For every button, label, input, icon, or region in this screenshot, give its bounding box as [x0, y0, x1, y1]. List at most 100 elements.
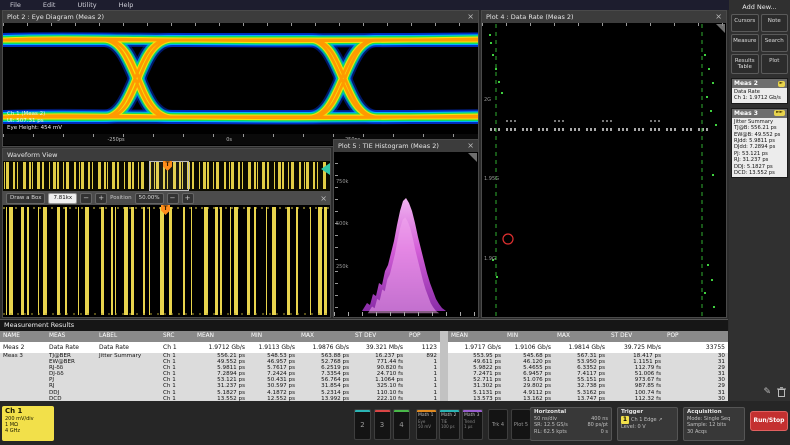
sidebar-button-plot[interactable]: Plot [761, 54, 789, 74]
trend-plot[interactable] [482, 24, 726, 317]
meas3-header[interactable]: Meas 3 ►► [732, 109, 787, 118]
table-cell[interactable]: 1.9814 Gb/s [554, 342, 608, 353]
acquisition-title: Acquisition [687, 409, 741, 416]
trend-y-label: 1.9G [484, 256, 496, 262]
eye-x-tick-label: -250ps [108, 137, 125, 143]
hist-y-label: 250k [336, 264, 348, 270]
meas3-summary: Jitter SummaryTJ@B: 556.21 psEW@B: 49.55… [732, 118, 787, 178]
math-badge-1[interactable]: Math 1Eye50 mV [416, 409, 437, 440]
zoom-out-button[interactable]: − [80, 193, 92, 204]
run-stop-button[interactable]: Run/Stop [750, 411, 788, 431]
math-badge-3[interactable]: Math 3Trend1 µs [462, 409, 483, 440]
math-badge-2[interactable]: Math 2TIE100 ps [439, 409, 460, 440]
extra-badge[interactable]: Plot 5 [511, 409, 531, 440]
eye-panel-titlebar[interactable]: Plot 2 : Eye Diagram (Meas 2) × [3, 11, 478, 23]
trash-icon[interactable] [777, 387, 786, 397]
meas2-badge[interactable]: Meas 2 ► Data RateCh 1: 1.9712 Gb/s [731, 78, 788, 104]
pencil-icon[interactable]: ✎ [763, 388, 771, 397]
data-rate-trend-panel[interactable]: Plot 4 : Data Rate (Meas 2) × 2G 1.95G 1.9… [481, 10, 727, 318]
sidebar-button-search[interactable]: Search [761, 34, 789, 52]
table-cell[interactable]: 39.725 Mb/s [608, 342, 664, 353]
zoomed-waveform-area[interactable]: T [3, 205, 330, 317]
trend-y-label: 1.95G [484, 176, 499, 182]
position-minus-button[interactable]: − [167, 193, 179, 204]
position-value[interactable]: 50.00% [135, 193, 164, 204]
play-icon[interactable]: ► [778, 81, 785, 87]
table-cell[interactable]: 1.9876 Gb/s [298, 342, 352, 353]
eye-diagram-plot[interactable] [3, 24, 478, 135]
table-cell[interactable]: 33755 [664, 342, 728, 353]
zoom-factor-value[interactable]: 7.81kx [48, 193, 77, 204]
hist-panel-titlebar[interactable]: Plot 5 : TIE Histogram (Meas 2) × [334, 140, 478, 152]
close-icon[interactable]: × [715, 12, 722, 22]
table-cell[interactable]: Ch 1 [160, 342, 194, 353]
eye-diagram-panel[interactable]: Plot 2 : Eye Diagram (Meas 2) × Ch 1 (Me… [2, 10, 479, 147]
position-plus-button[interactable]: + [182, 193, 194, 204]
trigger-info: Level: 0 V [621, 424, 674, 430]
eye-x-tick-label: 0s [226, 137, 232, 143]
menu-item-help[interactable]: Help [119, 1, 134, 9]
channel4-badge[interactable]: 4 [393, 409, 410, 440]
table-cell[interactable]: Meas 2 [0, 342, 46, 353]
table-header-cell: ST DEV [608, 331, 664, 342]
measurement-results-table[interactable]: Measurement Results NAMEMEASLABELSRCMEAN… [0, 319, 728, 401]
eye-panel-title: Plot 2 : Eye Diagram (Meas 2) [7, 11, 104, 23]
trend-y-label: 2G [484, 97, 491, 103]
table-cell[interactable]: 1.9717 Gb/s [448, 342, 504, 353]
menu-item-utility[interactable]: Utility [77, 1, 96, 9]
meas3-line: DCD: 13.552 ps [734, 170, 785, 176]
eye-annotation: Eye Height: 454 mV [7, 125, 62, 132]
trigger-panel[interactable]: Trigger 1Ch 1 Edge ↗ Level: 0 V [617, 407, 678, 441]
table-cell[interactable]: Data Rate [96, 342, 160, 353]
channel2-badge[interactable]: 2 [354, 409, 371, 440]
table-cell[interactable]: 1.9113 Gb/s [248, 342, 298, 353]
trend-panel-titlebar[interactable]: Plot 4 : Data Rate (Meas 2) × [482, 11, 726, 23]
extra-badge[interactable]: Trk 4 [488, 409, 508, 440]
menu-item-file[interactable]: File [10, 1, 21, 9]
table-header-cell: MEAS [46, 331, 96, 342]
play-icon[interactable]: ►► [774, 110, 785, 116]
close-icon[interactable]: × [467, 12, 474, 22]
horizontal-value: RL: 62.5 kpts [534, 429, 567, 435]
channel-number: 2 [355, 412, 370, 438]
table-header-cell: MIN [504, 331, 554, 342]
zoom-handle-icon[interactable] [321, 163, 330, 175]
channel1-label: Ch 1 [5, 407, 51, 416]
bottom-bar: Ch 1 200 mV/div1 MΩ4 GHz Horizontal 50 n… [0, 401, 790, 445]
table-divider [440, 342, 448, 353]
position-label: Position [110, 195, 131, 201]
close-icon[interactable]: × [320, 194, 327, 203]
zoom-in-button[interactable]: + [95, 193, 107, 204]
histogram-plot[interactable] [334, 153, 478, 314]
tie-histogram-panel[interactable]: Plot 5 : TIE Histogram (Meas 2) × 750k50… [333, 139, 479, 318]
table-cell[interactable]: Data Rate [46, 342, 96, 353]
draw-a-box-button[interactable]: Draw a Box [6, 193, 45, 204]
table-header-cell: MIN [248, 331, 298, 342]
table-cell[interactable]: 1.9106 Gb/s [504, 342, 554, 353]
channel-number: 3 [375, 412, 390, 438]
table-cell[interactable]: 1123 [406, 342, 440, 353]
table-cell[interactable]: 39.321 Mb/s [352, 342, 406, 353]
waveform-overview[interactable]: T [3, 161, 330, 191]
sidebar-button-note[interactable]: Note [761, 14, 789, 32]
acquisition-panel[interactable]: Acquisition Mode: Single SeqSample: 12 b… [683, 407, 745, 441]
hist-x-axis [334, 312, 478, 316]
sidebar-button-measure[interactable]: Measure [731, 34, 759, 52]
meas3-badge[interactable]: Meas 3 ►► Jitter SummaryTJ@B: 556.21 psE… [731, 108, 788, 179]
table-cell[interactable]: 1.9712 Gb/s [194, 342, 248, 353]
channel1-badge[interactable]: Ch 1 200 mV/div1 MΩ4 GHz [2, 406, 54, 441]
sidebar-button-results-table[interactable]: Results Table [731, 54, 759, 74]
waveform-view-panel[interactable]: Waveform View T Draw a Box 7.81kx − + Po… [2, 148, 331, 318]
math-info: 1 µs [463, 424, 482, 429]
meas2-line: Ch 1: 1.9712 Gb/s [734, 95, 785, 101]
horizontal-panel[interactable]: Horizontal 50 ns/div400 nsSR: 12.5 GS/s8… [530, 407, 612, 441]
eye-annotation: Ch 1 (Meas 2) [7, 111, 45, 118]
channel1-info: 4 GHz [5, 428, 51, 434]
menu-item-edit[interactable]: Edit [43, 1, 56, 9]
close-icon[interactable]: × [467, 141, 474, 151]
channel3-badge[interactable]: 3 [374, 409, 391, 440]
waveform-panel-titlebar[interactable]: Waveform View [3, 149, 330, 161]
meas2-header[interactable]: Meas 2 ► [732, 79, 787, 88]
sidebar-button-cursors[interactable]: Cursors [731, 14, 759, 32]
meas3-name: Meas 3 [734, 110, 758, 117]
